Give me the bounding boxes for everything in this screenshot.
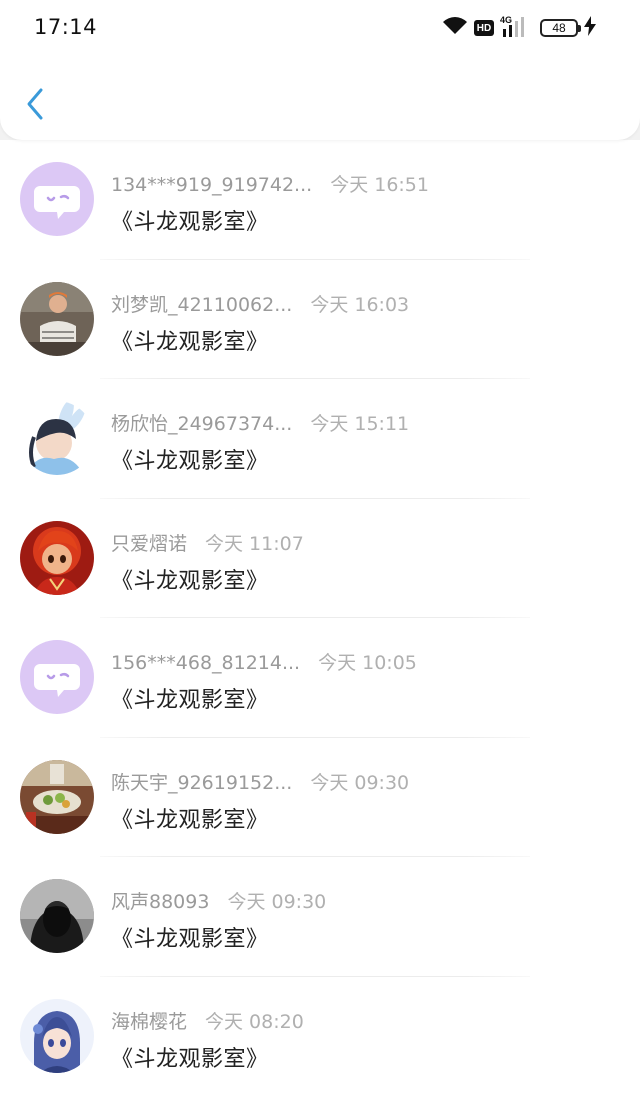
charging-bolt-icon	[584, 16, 596, 40]
avatar[interactable]	[20, 879, 94, 953]
person-photo-icon	[20, 281, 94, 356]
message-preview: 《斗龙观影室》	[111, 927, 269, 952]
avatar[interactable]	[20, 998, 94, 1073]
battery-icon: 48	[540, 19, 581, 37]
message-time: 今天 15:11	[310, 413, 410, 435]
wifi-icon	[442, 16, 468, 40]
message-time: 今天 09:30	[227, 891, 327, 913]
message-preview: 《斗龙观影室》	[111, 210, 269, 235]
status-icons: HD 4G 48	[442, 14, 596, 42]
message-time: 今天 09:30	[310, 771, 410, 794]
hd-badge-icon: HD	[474, 20, 494, 36]
back-button[interactable]	[20, 84, 50, 124]
message-preview: 《斗龙观影室》	[111, 449, 269, 474]
message-time: 今天 16:51	[330, 174, 429, 196]
contact-name: 刘梦凯_42110062...	[111, 293, 293, 316]
anime-girl-blue-hair-icon	[20, 998, 94, 1073]
conversation-item[interactable]: 杨欣怡_24967374... 今天 15:11 《斗龙观影室》	[0, 379, 640, 499]
message-preview: 《斗龙观影室》	[111, 568, 269, 594]
avatar[interactable]	[20, 162, 94, 236]
message-preview: 《斗龙观影室》	[111, 688, 269, 713]
contact-name: 134***919_919742...	[111, 174, 313, 196]
top-header: 17:14 HD 4G 48	[0, 0, 640, 140]
anime-girl-icon	[20, 401, 94, 475]
conversation-item[interactable]: 风声88093 今天 09:30 《斗龙观影室》	[0, 857, 640, 977]
hooded-figure-icon	[20, 879, 94, 953]
conversation-item[interactable]: 只爱熠诺 今天 11:07 《斗龙观影室》	[0, 498, 640, 618]
message-preview: 《斗龙观影室》	[111, 1046, 269, 1072]
contact-name: 海棉樱花	[111, 1010, 188, 1033]
chat-bubble-icon	[20, 640, 94, 714]
message-time: 今天 08:20	[205, 1010, 304, 1033]
message-time: 今天 11:07	[205, 532, 304, 555]
contact-name: 156***468_81214...	[111, 652, 301, 674]
conversation-item[interactable]: 海棉樱花 今天 08:20 《斗龙观影室》	[0, 976, 640, 1095]
conversation-item[interactable]: 134***919_919742... 今天 16:51 《斗龙观影室》	[0, 140, 640, 260]
cellular-signal-icon: 4G	[500, 15, 528, 39]
message-preview: 《斗龙观影室》	[111, 329, 269, 355]
avatar[interactable]	[20, 520, 94, 595]
food-photo-icon	[20, 759, 94, 834]
contact-name: 只爱熠诺	[111, 532, 188, 555]
conversation-list: 134***919_919742... 今天 16:51 《斗龙观影室》 刘梦凯…	[0, 140, 640, 1095]
message-preview: 《斗龙观影室》	[111, 807, 269, 833]
status-bar: 17:14 HD 4G 48	[0, 0, 640, 56]
message-time: 今天 16:03	[310, 293, 410, 316]
contact-name: 风声88093	[111, 891, 210, 913]
chevron-left-icon	[27, 88, 43, 120]
conversation-item[interactable]: 陈天宇_92619152... 今天 09:30 《斗龙观影室》	[0, 737, 640, 857]
cartoon-character-icon	[20, 520, 94, 595]
contact-name: 杨欣怡_24967374...	[111, 413, 293, 435]
conversation-item[interactable]: 156***468_81214... 今天 10:05 《斗龙观影室》	[0, 618, 640, 738]
avatar[interactable]	[20, 281, 94, 356]
status-time: 17:14	[34, 15, 98, 39]
contact-name: 陈天宇_92619152...	[111, 771, 293, 794]
avatar[interactable]	[20, 759, 94, 834]
conversation-item[interactable]: 刘梦凯_42110062... 今天 16:03 《斗龙观影室》	[0, 259, 640, 379]
avatar[interactable]	[20, 640, 94, 714]
avatar[interactable]	[20, 401, 94, 475]
message-time: 今天 10:05	[318, 652, 417, 674]
chat-bubble-icon	[20, 162, 94, 236]
